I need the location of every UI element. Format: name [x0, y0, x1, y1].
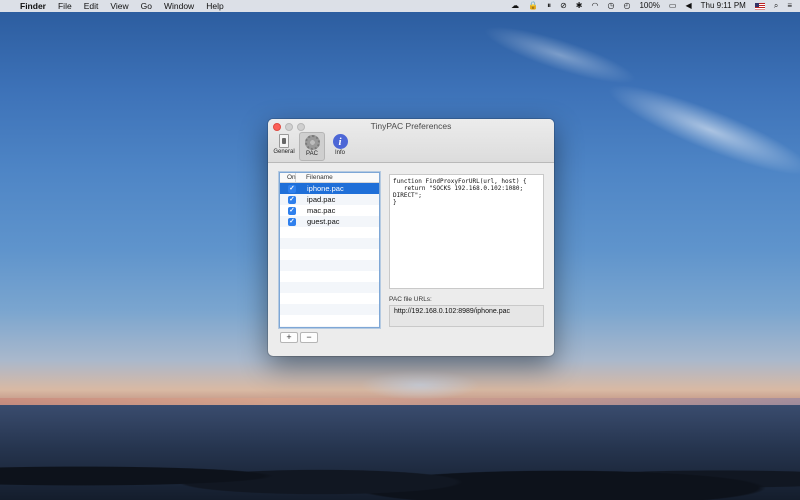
checkbox-cell: ✓: [280, 217, 304, 226]
table-header: On Filename: [280, 173, 379, 183]
checkbox-cell: ✓: [280, 195, 304, 204]
checkbox-cell: ✓: [280, 206, 304, 215]
menu-file[interactable]: File: [58, 1, 72, 11]
battery-icon[interactable]: ▭: [669, 0, 677, 12]
info-icon: i: [332, 134, 348, 149]
wifi-icon[interactable]: ◠: [591, 0, 598, 12]
wallpaper-cloud: [600, 70, 800, 190]
tab-general-label: General: [273, 149, 295, 155]
column-header-filename[interactable]: Filename: [296, 173, 333, 183]
column-header-on[interactable]: On: [280, 173, 296, 182]
menu-help[interactable]: Help: [206, 1, 223, 11]
list-buttons: + −: [280, 332, 318, 343]
enabled-checkbox[interactable]: ✓: [288, 195, 296, 204]
menu-window[interactable]: Window: [164, 1, 194, 11]
gear-icon: [304, 135, 320, 150]
preferences-window: TinyPAC Preferences General PAC i Info O…: [268, 119, 554, 356]
table-row[interactable]: ✓ ipad.pac: [280, 194, 379, 205]
enabled-checkbox[interactable]: ✓: [288, 217, 296, 226]
enabled-checkbox[interactable]: ✓: [288, 206, 296, 215]
clock-icon[interactable]: ◴: [623, 0, 630, 12]
menu-app-name[interactable]: Finder: [20, 1, 46, 11]
pac-urls-label: PAC file URLs:: [389, 296, 432, 303]
menu-bar: Finder File Edit View Go Window Help ☁ 🔒…: [0, 0, 800, 12]
battery-percent[interactable]: 100%: [639, 0, 659, 12]
add-file-button[interactable]: +: [280, 332, 298, 343]
pac-url-field[interactable]: http://192.168.0.102:8989/iphone.pac: [389, 305, 544, 327]
wallpaper-sea: [0, 405, 800, 500]
empty-row: [280, 326, 379, 327]
title-bar: TinyPAC Preferences General PAC i Info: [268, 119, 554, 163]
empty-row: [280, 304, 379, 315]
file-name: mac.pac: [307, 206, 336, 215]
table-row[interactable]: ✓ iphone.pac: [280, 183, 379, 194]
table-row[interactable]: ✓ guest.pac: [280, 216, 379, 227]
empty-row: [280, 238, 379, 249]
checkbox-cell: ✓: [280, 184, 304, 193]
file-name: guest.pac: [307, 217, 340, 226]
remove-file-button[interactable]: −: [300, 332, 318, 343]
empty-row: [280, 227, 379, 238]
menu-view[interactable]: View: [110, 1, 128, 11]
volume-icon[interactable]: ◀: [685, 0, 691, 12]
tab-info[interactable]: i Info: [327, 132, 353, 161]
pac-file-table[interactable]: On Filename ✓ iphone.pac ✓ ipad.pac ✓ mac.pac…: [279, 172, 380, 328]
wallpaper-cloud: [360, 370, 480, 400]
menu-edit[interactable]: Edit: [84, 1, 99, 11]
lock-icon[interactable]: 🔒: [528, 0, 538, 12]
empty-row: [280, 293, 379, 304]
wallpaper-cloud: [479, 16, 641, 94]
status-area: ☁ 🔒 ⏸ ⊘ ✱ ◠ ◷ ◴ 100% ▭ ◀ Thu 9:11 PM ⌕ ≡: [511, 0, 792, 12]
time-machine-icon[interactable]: ◷: [607, 0, 614, 12]
enabled-checkbox[interactable]: ✓: [288, 184, 296, 193]
menu-go[interactable]: Go: [141, 1, 152, 11]
window-title: TinyPAC Preferences: [370, 121, 452, 131]
general-switch-icon: [279, 134, 289, 148]
wallpaper-rocks: [0, 440, 800, 500]
empty-row: [280, 260, 379, 271]
preferences-toolbar: General PAC i Info: [271, 132, 353, 161]
clock-text[interactable]: Thu 9:11 PM: [701, 0, 746, 12]
tab-pac-label: PAC: [306, 151, 318, 157]
search-icon[interactable]: ⌕: [774, 0, 778, 12]
input-source-flag-icon[interactable]: [754, 2, 765, 10]
file-name: iphone.pac: [307, 184, 344, 193]
pac-script-editor[interactable]: function FindProxyForURL(url, host) { re…: [389, 174, 544, 289]
empty-row: [280, 249, 379, 260]
notification-center-icon[interactable]: ≡: [787, 0, 792, 12]
empty-row: [280, 315, 379, 326]
empty-row: [280, 271, 379, 282]
bluetooth-icon[interactable]: ✱: [576, 0, 583, 12]
table-body: ✓ iphone.pac ✓ ipad.pac ✓ mac.pac ✓ guest.pac: [280, 183, 379, 327]
wallpaper-horizon: [0, 398, 800, 408]
sync-icon[interactable]: ⊘: [560, 0, 567, 12]
empty-row: [280, 282, 379, 293]
table-row[interactable]: ✓ mac.pac: [280, 205, 379, 216]
tab-pac[interactable]: PAC: [299, 132, 325, 161]
cloud-icon[interactable]: ☁: [511, 0, 519, 12]
tab-info-label: Info: [334, 150, 345, 156]
file-name: ipad.pac: [307, 195, 336, 204]
tab-general[interactable]: General: [271, 132, 297, 161]
pause-icon[interactable]: ⏸: [547, 0, 551, 12]
